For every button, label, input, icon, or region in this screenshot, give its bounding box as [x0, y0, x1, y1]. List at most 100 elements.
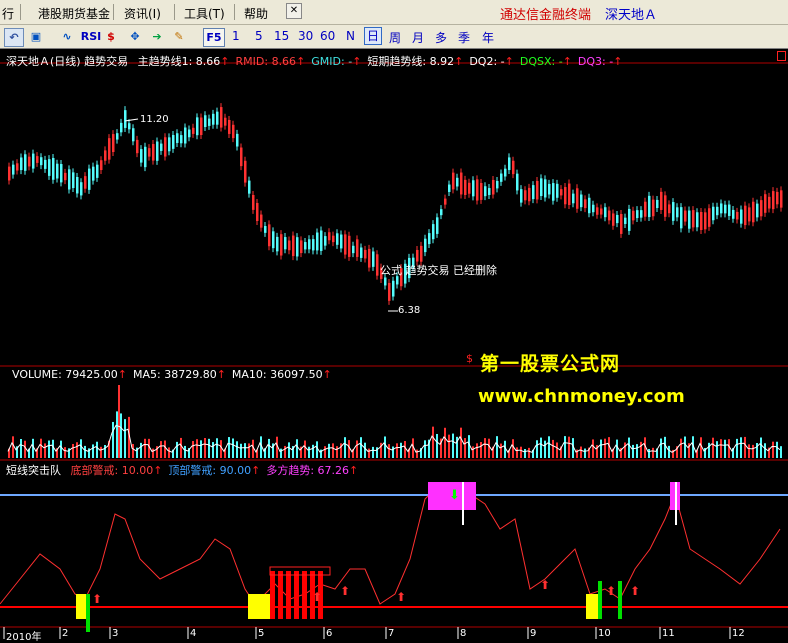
candlestick [552, 183, 555, 201]
volume-bar [236, 441, 238, 458]
period-multi[interactable]: 多 [435, 29, 447, 46]
candlestick [16, 163, 19, 171]
volume-bar [176, 441, 178, 458]
draw-tool-icon[interactable]: ✎ [170, 28, 188, 45]
export-icon[interactable]: ➔ [148, 28, 166, 45]
candlestick [628, 208, 631, 231]
up-arrow-icon: ↑ [349, 464, 359, 477]
candlestick [636, 210, 639, 219]
up-arrow-icon: ↑ [153, 464, 163, 477]
candlestick [96, 164, 99, 178]
menu-separator [20, 4, 21, 20]
volume-bar [396, 443, 398, 458]
period-n[interactable]: N [346, 29, 355, 43]
buy-signal-bar [86, 594, 90, 632]
candlestick [720, 203, 723, 214]
candlestick [532, 185, 535, 200]
period-week[interactable]: 周 [389, 29, 401, 46]
candlestick [436, 217, 439, 234]
maximize-icon[interactable] [777, 51, 786, 61]
bottom-signal-bar [586, 594, 600, 619]
header-formula: 趋势交易 [84, 55, 129, 68]
candlestick [772, 191, 775, 210]
trend-signal-bar [278, 571, 283, 619]
menu-item-help[interactable]: 帮助 [244, 5, 268, 22]
candlestick [316, 232, 319, 251]
menu-separator [113, 4, 114, 20]
candlestick [632, 210, 635, 221]
window-close-icon[interactable]: ✕ [286, 3, 302, 19]
volume-bar [760, 437, 762, 458]
up-arrow-icon: ↑ [322, 368, 332, 381]
candlestick [572, 193, 575, 204]
period-5min[interactable]: 5 [255, 29, 263, 43]
volume-bar [544, 440, 546, 458]
chart-canvas[interactable]: $ ⬇ ⬆ ⬆ ⬆ ⬆ ⬆ ⬆ ⬆ [0, 49, 788, 641]
volume-bar [328, 443, 330, 458]
back-icon[interactable]: ↶ [4, 28, 24, 47]
move-icon[interactable]: ✥ [126, 28, 144, 45]
period-season[interactable]: 季 [458, 29, 470, 46]
volume-bar [204, 438, 206, 458]
menu-item-row[interactable]: 行 [2, 5, 14, 22]
candlestick [152, 144, 155, 161]
line-chart-icon[interactable]: ∿ [57, 28, 77, 45]
window-icon[interactable]: ▣ [27, 28, 45, 45]
candlestick [388, 282, 391, 301]
volume-bar [284, 445, 286, 458]
volume-bar [72, 443, 74, 458]
period-60min[interactable]: 60 [320, 29, 335, 43]
menu-separator [234, 4, 235, 20]
indicator-header: 短线突击队 底部警戒: 10.00↑ 顶部警戒: 90.00↑ 多方趋势: 67.2… [6, 462, 358, 478]
candlestick [416, 249, 419, 262]
volume-bar [632, 444, 634, 458]
up-arrow-icon: ↑ [352, 55, 362, 68]
candlestick [688, 210, 691, 229]
period-15min[interactable]: 15 [274, 29, 289, 43]
period-year[interactable]: 年 [482, 29, 494, 46]
candlestick [544, 179, 547, 198]
volume-bar [556, 442, 558, 458]
candlestick [44, 159, 47, 169]
toolbar: ↶ ▣ ∿ RSI $ ✥ ➔ ✎ F5 1 5 15 30 60 N 日 周 … [0, 25, 788, 49]
main-header-item: 主趋势线1: 8.66 [137, 55, 221, 68]
volume-bar [680, 438, 682, 458]
main-header-item: RMID: 8.66 [235, 55, 297, 68]
menu-item-tools[interactable]: 工具(T) [184, 5, 225, 22]
volume-bar [118, 385, 120, 458]
candlestick [620, 214, 623, 234]
dollar-icon[interactable]: $ [104, 28, 118, 45]
period-month[interactable]: 月 [412, 29, 424, 46]
volume-bar [728, 439, 730, 458]
chart-area[interactable]: $ ⬇ ⬆ ⬆ ⬆ ⬆ ⬆ ⬆ ⬆ 深天地Ａ(日线) 趋势交易 主趋势线1: 8.66↑ RMID… [0, 49, 788, 643]
candlestick [516, 173, 519, 191]
period-1min[interactable]: 1 [232, 29, 240, 43]
candlestick [132, 128, 135, 142]
candlestick [8, 166, 11, 181]
rsi-button[interactable]: RSI [80, 28, 102, 45]
candlestick [176, 133, 179, 143]
candlestick [32, 153, 35, 169]
period-day[interactable]: 日 [364, 27, 383, 45]
candlestick [212, 113, 215, 125]
menu-item-hk-futures-funds[interactable]: 港股期货基金 [38, 5, 110, 22]
current-stock-name: 深天地Ａ [605, 8, 658, 23]
volume-bar [60, 440, 62, 458]
x-axis-label: 3 [112, 628, 119, 639]
candlestick [324, 236, 327, 246]
candlestick [540, 178, 543, 197]
volume-bar [580, 446, 582, 458]
header-stock-name: 深天地Ａ [6, 55, 50, 68]
volume-bar [648, 449, 650, 458]
fx-button[interactable]: F5 [203, 28, 225, 47]
candlestick [484, 186, 487, 197]
candlestick [60, 164, 63, 183]
up-arrow-icon: ⬆ [540, 578, 550, 592]
volume-bar [740, 437, 742, 458]
period-30min[interactable]: 30 [298, 29, 313, 43]
up-arrow-icon: ↑ [613, 55, 623, 68]
menu-item-info[interactable]: 资讯(I) [124, 5, 161, 22]
candlestick [128, 123, 131, 130]
volume-bar [548, 436, 550, 458]
candlestick [68, 169, 71, 190]
